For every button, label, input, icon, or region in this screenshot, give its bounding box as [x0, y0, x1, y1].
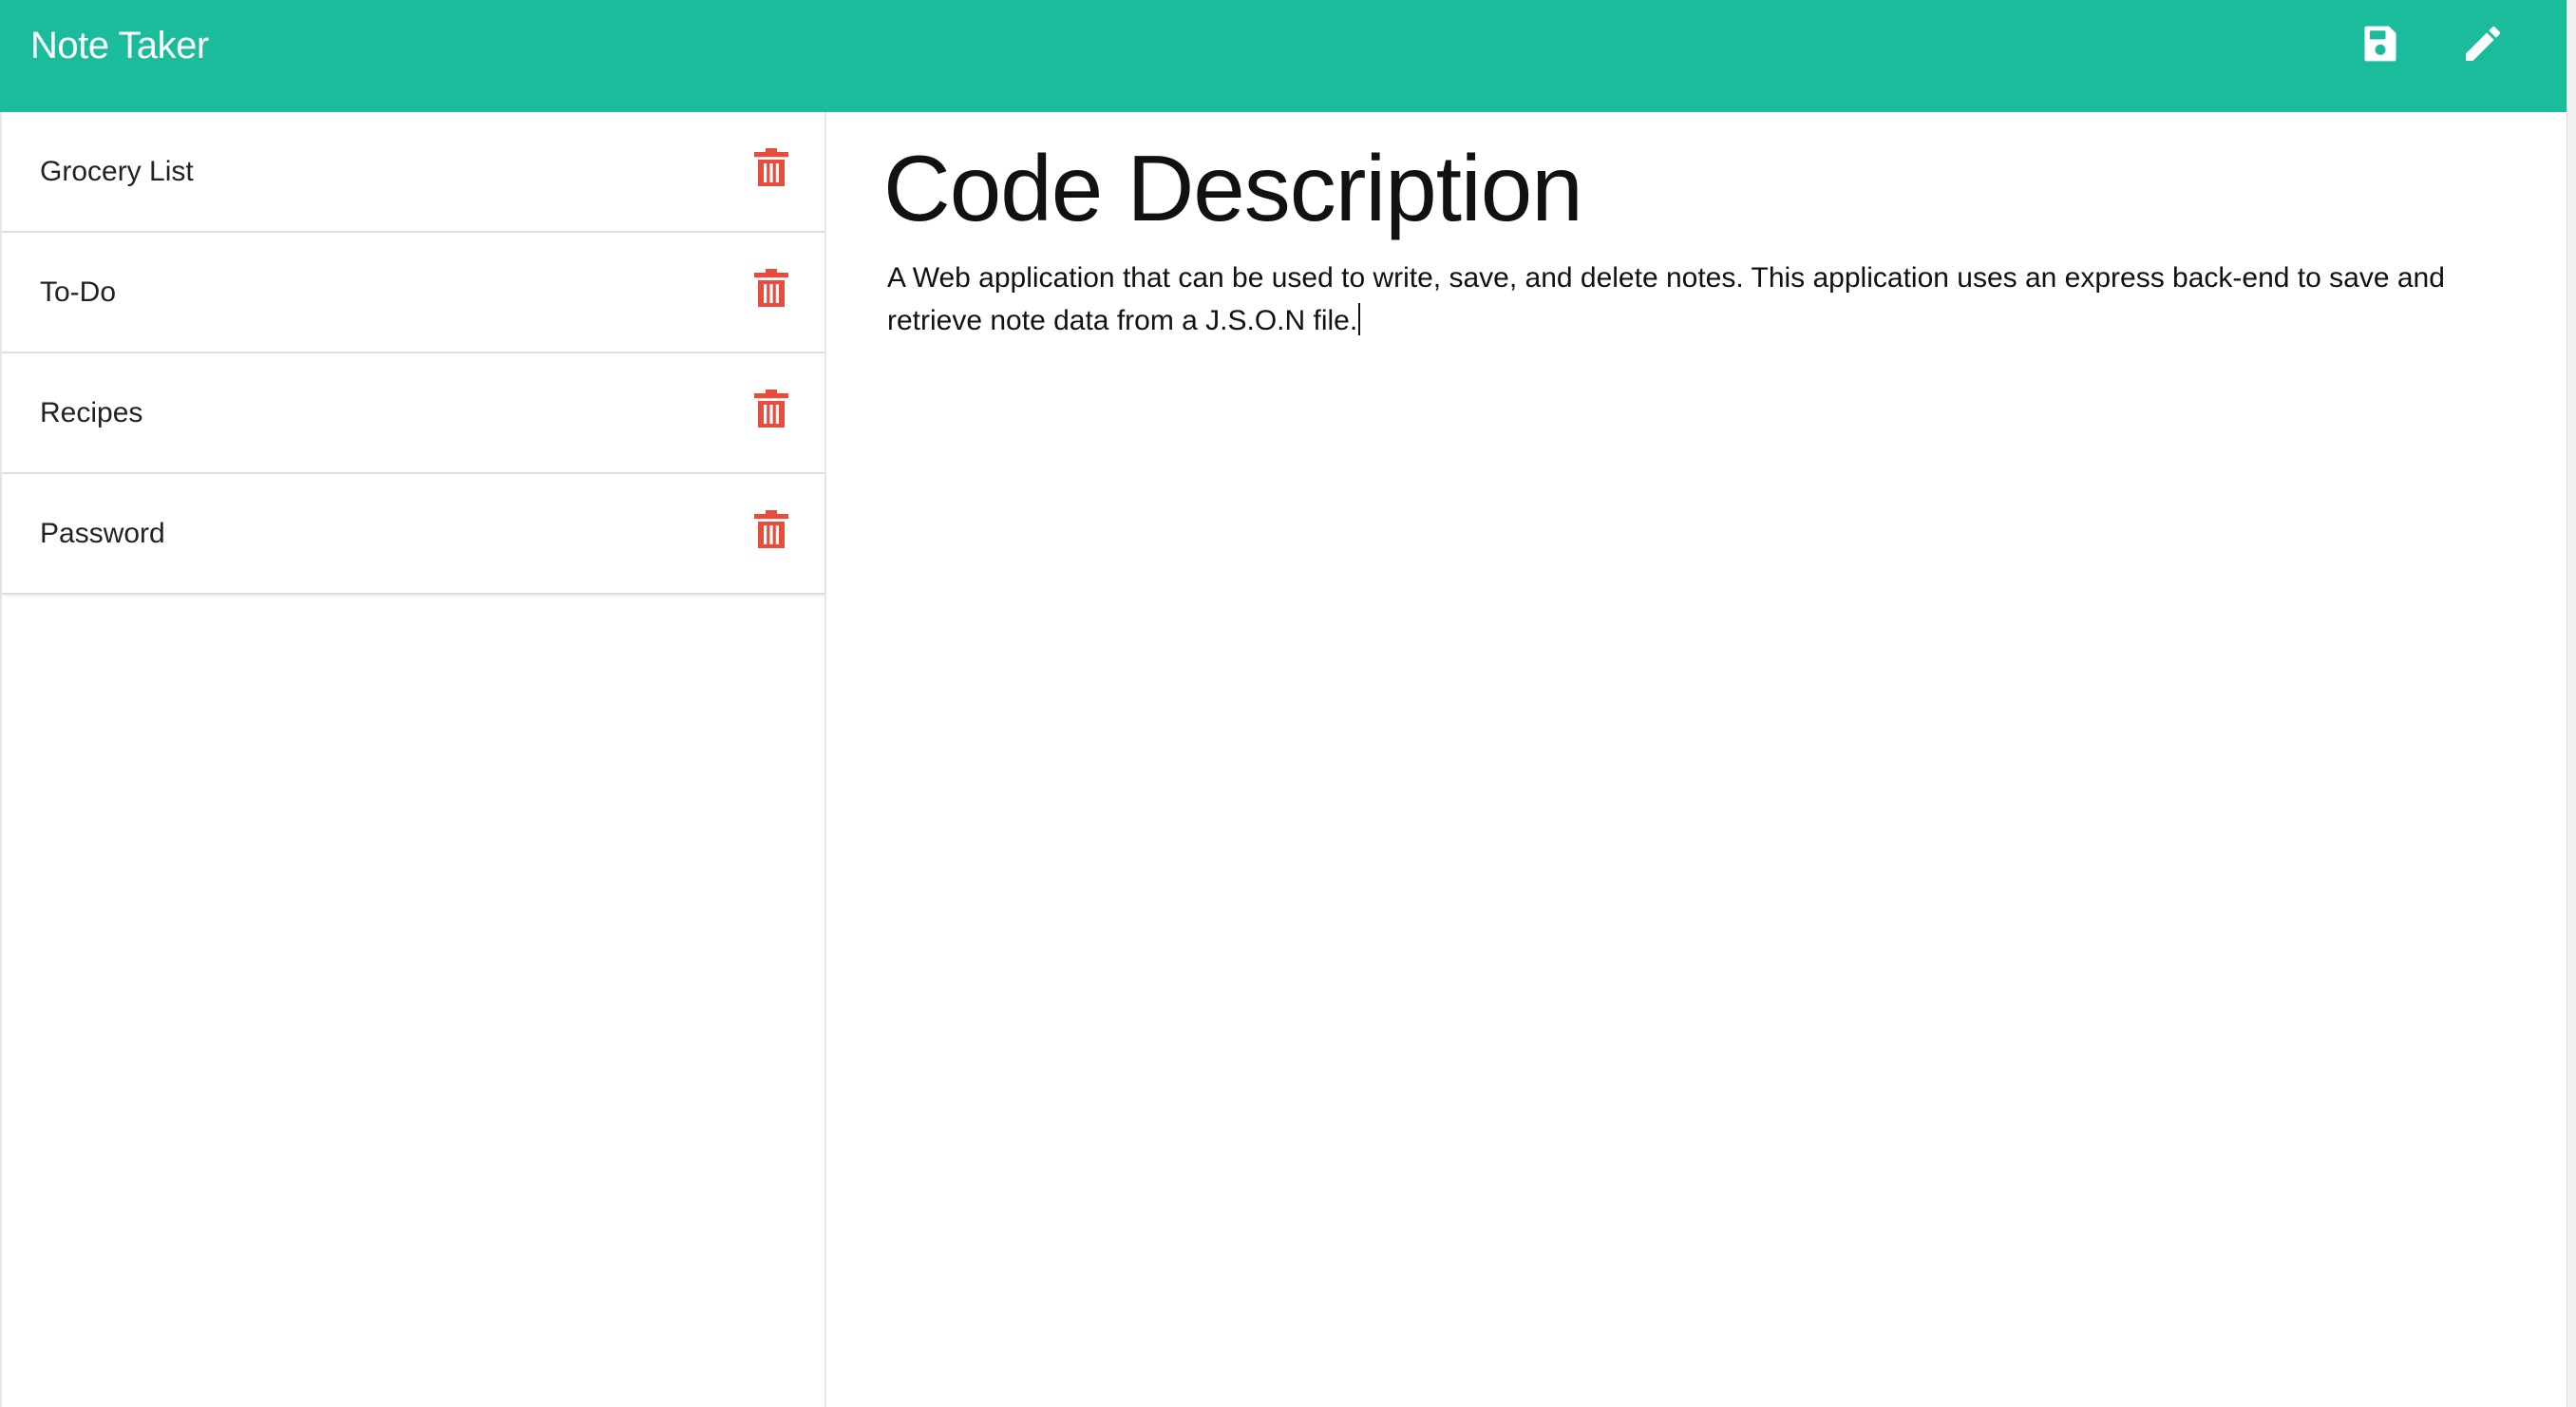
trash-icon[interactable] — [754, 269, 788, 309]
note-list-sidebar: Grocery List To-Do Recipes Password — [0, 112, 826, 1407]
note-list-item[interactable]: To-Do — [2, 233, 824, 353]
note-item-title: Grocery List — [40, 155, 194, 187]
note-title-input[interactable] — [883, 133, 2498, 243]
note-item-title: To-Do — [40, 276, 117, 308]
app-title[interactable]: Note Taker — [30, 21, 209, 70]
pencil-icon — [2466, 26, 2501, 61]
note-list-item[interactable]: Password — [2, 474, 824, 595]
note-item-title: Password — [40, 517, 165, 549]
note-textarea[interactable]: A Web application that can be used to wr… — [887, 257, 2521, 342]
trash-icon[interactable] — [754, 390, 788, 429]
note-body-text: A Web application that can be used to wr… — [887, 262, 2445, 336]
note-item-title: Recipes — [40, 396, 143, 428]
scrollbar[interactable] — [2567, 0, 2576, 1407]
note-list-item[interactable]: Recipes — [2, 353, 824, 474]
trash-icon[interactable] — [754, 148, 788, 188]
save-note-button[interactable] — [2356, 19, 2405, 68]
note-list: Grocery List To-Do Recipes Password — [2, 112, 824, 595]
note-list-item[interactable]: Grocery List — [2, 112, 824, 233]
trash-icon[interactable] — [754, 510, 788, 550]
new-note-button[interactable] — [2458, 19, 2508, 68]
save-icon — [2364, 26, 2396, 62]
text-caret — [1358, 303, 1361, 335]
navbar: Note Taker — [0, 0, 2567, 112]
note-editor: A Web application that can be used to wr… — [826, 112, 2567, 1407]
